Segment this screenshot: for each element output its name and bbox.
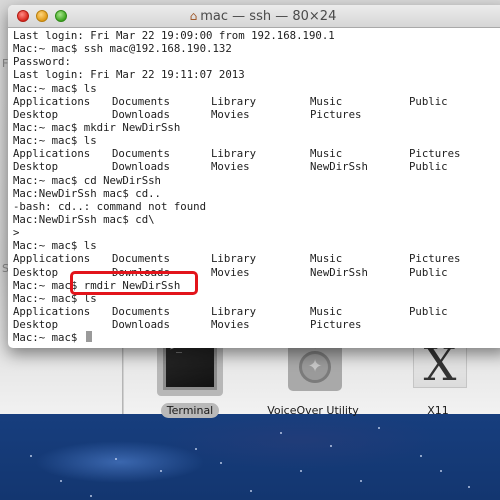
ls-entry: Downloads — [112, 318, 170, 332]
ls-entry: Library — [211, 252, 257, 266]
text-cursor — [85, 331, 92, 343]
accessibility-icon: ✦ — [299, 351, 331, 383]
window-title-text: mac — ssh — 80×24 — [200, 9, 337, 24]
home-icon: ⌂ — [189, 9, 198, 23]
ls-entry: Movies — [211, 265, 250, 279]
ls-entry: Documents — [112, 94, 170, 108]
finder-item-label: Terminal — [160, 403, 220, 418]
wallpaper-star — [378, 427, 380, 429]
ls-entry: Applications — [13, 147, 91, 161]
terminal-line: Mac:NewDirSsh mac$ cd.. — [13, 186, 161, 200]
wallpaper-star — [90, 495, 92, 497]
window-title: ⌂ mac — ssh — 80×24 — [8, 9, 500, 24]
terminal-line: Last login: Fri Mar 22 19:11:07 2013 — [13, 68, 245, 82]
wallpaper-star — [220, 462, 222, 464]
ls-entry: Library — [211, 94, 257, 108]
ls-entry: Public — [409, 265, 448, 279]
ls-entry: Downloads — [112, 265, 170, 279]
ls-entry — [409, 108, 500, 121]
terminal-window[interactable]: ⌂ mac — ssh — 80×24 Last login: Fri Mar 2… — [8, 5, 500, 348]
ls-entry: Pictures — [409, 147, 461, 161]
wallpaper-star — [280, 432, 282, 434]
ls-entry: NewDirSsh — [310, 265, 368, 279]
terminal-line: Mac:~ mac$ ls — [13, 134, 97, 148]
terminal-line: Mac:~ mac$ ssh mac@192.168.190.132 — [13, 42, 232, 56]
ls-entry: Downloads — [112, 160, 170, 174]
ls-entry: Desktop — [13, 318, 59, 332]
finder-item-voiceover-utility[interactable]: VoiceOver Utility — [258, 399, 368, 418]
ls-output-row: Applications Documents Library Music Public — [13, 95, 500, 108]
ls-entry: Music — [310, 94, 343, 108]
ls-output-row: Desktop Downloads Movies Pictures — [13, 318, 500, 331]
ls-entry: Applications — [13, 94, 91, 108]
ls-entry: Music — [310, 252, 343, 266]
prompt-text: Mac:~ mac$ — [13, 331, 84, 345]
highlighted-command-line: Mac:~ mac$ rmdir NewDirSsh — [13, 278, 181, 292]
ls-entry: Applications — [13, 252, 91, 266]
ls-entry: Music — [310, 304, 343, 318]
ls-entry: Documents — [112, 304, 170, 318]
ls-entry: Desktop — [13, 107, 59, 121]
ls-entry: Movies — [211, 160, 250, 174]
ls-entry: Pictures — [409, 252, 461, 266]
wallpaper-star — [250, 490, 252, 492]
ls-output-row: Desktop Downloads Movies Pictures — [13, 108, 500, 121]
finder-item-label: X11 — [427, 404, 449, 417]
ls-entry: NewDirSsh — [310, 160, 368, 174]
wallpaper-star — [115, 458, 117, 460]
ls-entry: Downloads — [112, 107, 170, 121]
ls-entry — [409, 318, 500, 331]
finder-item-terminal[interactable]: Terminal — [135, 399, 245, 418]
ls-entry: Public — [409, 304, 448, 318]
ls-output-row: Applications Documents Library Music Public — [13, 305, 500, 318]
ls-entry: Pictures — [310, 107, 362, 121]
ls-entry: Public — [409, 160, 448, 174]
ls-entry: Desktop — [13, 265, 59, 279]
terminal-line: Mac:NewDirSsh mac$ cd\ — [13, 212, 155, 226]
ls-entry: Movies — [211, 318, 250, 332]
terminal-line: Mac:~ mac$ ls — [13, 81, 97, 95]
ls-entry: Library — [211, 304, 257, 318]
ls-entry: Pictures — [310, 318, 362, 332]
ls-entry: Library — [211, 147, 257, 161]
ls-output-row: Desktop Downloads Movies NewDirSsh Public — [13, 266, 500, 279]
ls-output-row: Applications Documents Library Music Picture… — [13, 252, 500, 265]
ls-entry: Music — [310, 147, 343, 161]
wallpaper-star — [60, 480, 62, 482]
terminal-line: Mac:~ mac$ mkdir NewDirSsh — [13, 120, 181, 134]
ls-entry: Desktop — [13, 160, 59, 174]
terminal-line: > — [13, 226, 20, 240]
wallpaper-star — [468, 486, 470, 488]
ls-entry: Movies — [211, 107, 250, 121]
ls-entry: Documents — [112, 147, 170, 161]
terminal-line: Mac:~ mac$ cd NewDirSsh — [13, 173, 161, 187]
terminal-line: Password: — [13, 55, 71, 69]
terminal-prompt: Mac:~ mac$ — [13, 331, 500, 344]
ls-output-row: Desktop Downloads Movies NewDirSsh Public — [13, 160, 500, 173]
wallpaper-star — [160, 470, 162, 472]
wallpaper-star — [30, 455, 32, 457]
wallpaper-star — [300, 470, 302, 472]
terminal-line: Last login: Fri Mar 22 19:09:00 from 192… — [13, 29, 335, 42]
terminal-line: Mac:~ mac$ ls — [13, 291, 97, 305]
finder-item-x11[interactable]: X11 — [383, 399, 493, 418]
ls-entry: Applications — [13, 304, 91, 318]
terminal-output[interactable]: Last login: Fri Mar 22 19:09:00 from 192… — [13, 29, 500, 348]
ls-entry: Documents — [112, 252, 170, 266]
wallpaper-star — [330, 445, 332, 447]
ls-entry: Public — [409, 94, 448, 108]
wallpaper-star — [360, 480, 362, 482]
terminal-line: -bash: cd..: command not found — [13, 199, 207, 213]
wallpaper-star — [440, 470, 442, 472]
wallpaper-star — [195, 448, 197, 450]
finder-item-label: VoiceOver Utility — [267, 404, 359, 417]
terminal-icon[interactable]: >_ — [157, 340, 223, 396]
title-bar[interactable]: ⌂ mac — ssh — 80×24 — [8, 5, 500, 28]
ls-output-row: Applications Documents Library Music Picture… — [13, 147, 500, 160]
terminal-line: Mac:~ mac$ ls — [13, 239, 97, 253]
wallpaper-star — [420, 455, 422, 457]
